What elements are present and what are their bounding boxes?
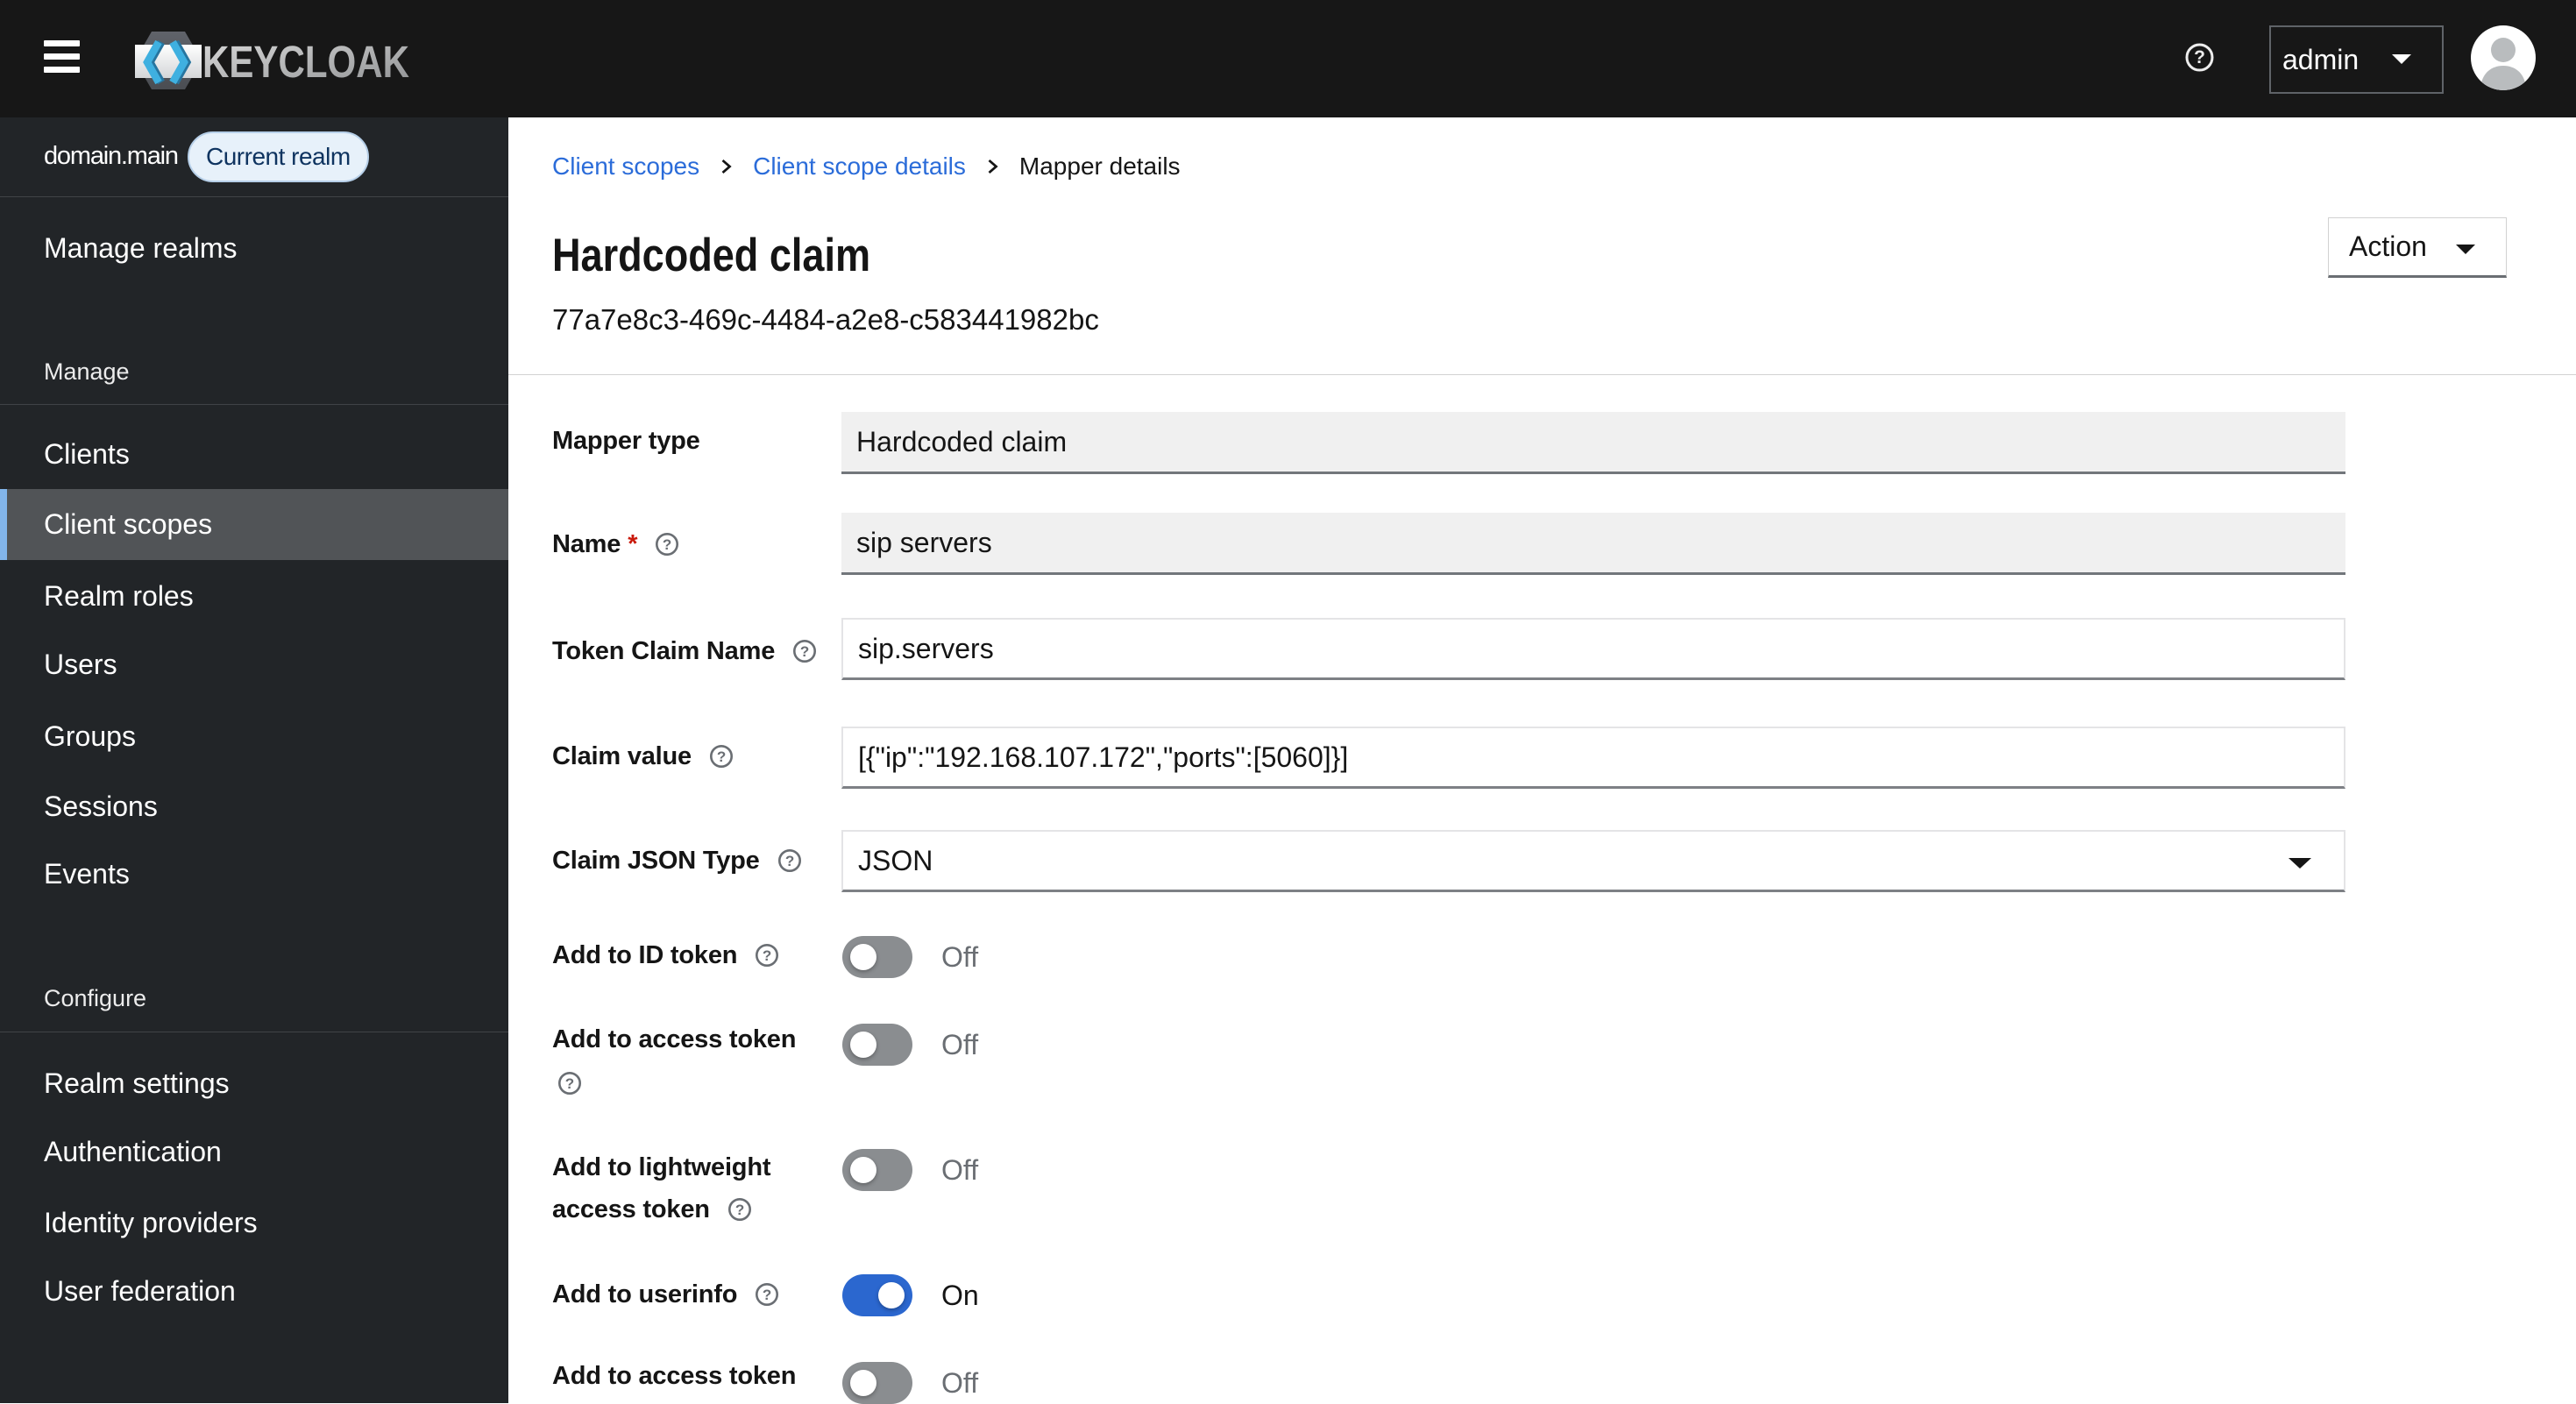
- svg-text:?: ?: [800, 643, 809, 660]
- svg-text:?: ?: [2194, 47, 2205, 67]
- svg-text:?: ?: [735, 1202, 744, 1218]
- svg-text:?: ?: [785, 853, 794, 869]
- svg-text:?: ?: [663, 536, 671, 553]
- svg-text:KEYCLOAK: KEYCLOAK: [202, 37, 409, 87]
- svg-text:?: ?: [565, 1075, 574, 1092]
- svg-text:?: ?: [763, 947, 771, 964]
- svg-text:?: ?: [763, 1287, 771, 1303]
- svg-text:?: ?: [717, 748, 726, 765]
